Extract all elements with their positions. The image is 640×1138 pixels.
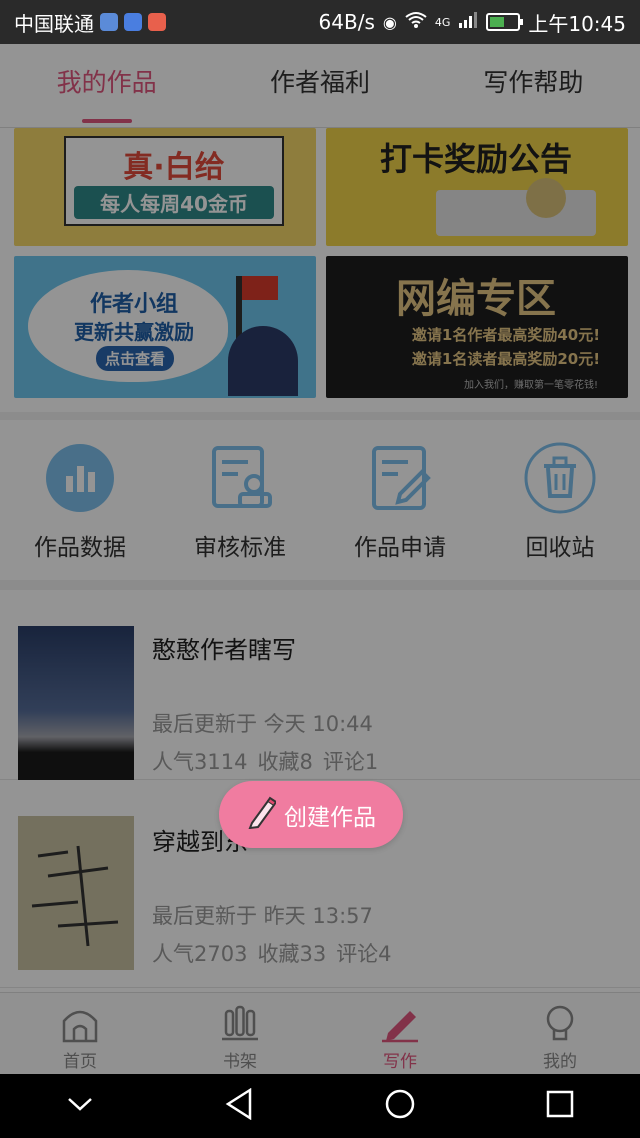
tab-writing-help[interactable]: 写作帮助 bbox=[427, 44, 640, 127]
edit-doc-icon bbox=[364, 442, 436, 514]
work-item[interactable]: 憨憨作者瞎写 最后更新于 今天 10:44 人气3114 收藏8 评论1 bbox=[0, 590, 640, 780]
tool-review-standard[interactable]: 审核标准 bbox=[160, 420, 320, 580]
tool-recycle-bin-label: 回收站 bbox=[525, 535, 595, 561]
chevron-down-icon[interactable] bbox=[65, 1094, 95, 1118]
work-stats: 人气2703 收藏33 评论4 bbox=[152, 938, 392, 968]
work-favorites: 收藏8 bbox=[257, 750, 313, 774]
message-notification-icon bbox=[148, 13, 166, 31]
carrier-label: 中国联通 bbox=[14, 11, 94, 36]
work-updated: 最后更新于 昨天 13:57 bbox=[152, 904, 373, 928]
nav-home[interactable]: 首页 bbox=[0, 993, 160, 1074]
work-stats: 人气3114 收藏8 评论1 bbox=[152, 746, 378, 776]
work-favorites: 收藏33 bbox=[257, 942, 327, 966]
work-title: 憨憨作者瞎写 bbox=[152, 636, 296, 664]
wifi-icon bbox=[405, 11, 427, 33]
tool-work-data-label: 作品数据 bbox=[34, 535, 126, 561]
tool-review-standard-label: 审核标准 bbox=[194, 535, 286, 561]
clock: 上午10:45 bbox=[528, 11, 626, 36]
tab-my-works[interactable]: 我的作品 bbox=[0, 44, 213, 127]
tool-recycle-bin[interactable]: 回收站 bbox=[480, 420, 640, 580]
signal-icon bbox=[458, 10, 478, 34]
work-cover-image bbox=[18, 816, 134, 970]
banner-weekly-coins-subtitle: 每人每周40金币 bbox=[74, 186, 274, 219]
banner-editor-zone-title: 网编专区 bbox=[396, 276, 556, 322]
banner-editor-zone-line2: 邀请1名作者最高奖励40元! bbox=[411, 326, 601, 344]
nav-write-label: 写作 bbox=[383, 1052, 417, 1072]
home-circle-icon[interactable] bbox=[384, 1088, 416, 1124]
bar-chart-icon bbox=[44, 442, 116, 514]
pencil-icon bbox=[246, 795, 278, 835]
banner-author-group[interactable]: 作者小组 更新共赢激励 点击查看 bbox=[14, 256, 316, 398]
banner-editor-zone-line3: 邀请1名读者最高奖励20元! bbox=[411, 350, 601, 368]
signal-type: 4G bbox=[434, 15, 451, 29]
banner-grid: 真·白给 每人每周40金币 打卡奖励公告 作者小组 更新共赢激励 点击查看 网编… bbox=[0, 128, 640, 412]
work-cover-image bbox=[18, 626, 134, 780]
review-icon bbox=[204, 442, 276, 514]
trash-icon bbox=[524, 442, 596, 514]
work-popularity: 人气3114 bbox=[152, 750, 248, 774]
banner-weekly-coins-title: 真·白给 bbox=[123, 150, 225, 185]
bottom-nav: 首页 书架 写作 我的 bbox=[0, 992, 640, 1074]
create-work-button[interactable]: 创建作品 bbox=[219, 781, 403, 848]
work-updated: 最后更新于 今天 10:44 bbox=[152, 712, 373, 736]
work-popularity: 人气2703 bbox=[152, 942, 248, 966]
banner-weekly-coins[interactable]: 真·白给 每人每周40金币 bbox=[14, 128, 316, 246]
status-bar: 中国联通 64B/s ◉ 4G 上午10:45 bbox=[0, 0, 640, 44]
tool-work-apply-label: 作品申请 bbox=[354, 535, 446, 561]
system-nav-bar bbox=[0, 1074, 640, 1138]
net-speed: 64B/s bbox=[318, 10, 375, 34]
recents-icon[interactable] bbox=[545, 1089, 575, 1123]
eye-icon: ◉ bbox=[382, 12, 397, 32]
banner-checkin-title: 打卡奖励公告 bbox=[379, 140, 572, 178]
nav-bookshelf-label: 书架 bbox=[223, 1052, 257, 1072]
music-notification-icon bbox=[124, 13, 142, 31]
tool-work-apply[interactable]: 作品申请 bbox=[320, 420, 480, 580]
profile-icon bbox=[538, 1001, 582, 1045]
tab-author-benefits[interactable]: 作者福利 bbox=[213, 44, 426, 127]
nav-home-label: 首页 bbox=[63, 1052, 97, 1072]
banner-view-button[interactable]: 点击查看 bbox=[96, 346, 174, 371]
app-screen: 中国联通 64B/s ◉ 4G 上午10:45 我的作品 作者福利 写作帮助 真… bbox=[0, 0, 640, 1138]
create-work-label: 创建作品 bbox=[284, 804, 376, 831]
nav-bookshelf[interactable]: 书架 bbox=[160, 993, 320, 1074]
banner-checkin-reward[interactable]: 打卡奖励公告 bbox=[326, 128, 628, 246]
top-tabs: 我的作品 作者福利 写作帮助 bbox=[0, 44, 640, 128]
back-icon[interactable] bbox=[224, 1087, 254, 1124]
bookshelf-icon bbox=[218, 1001, 262, 1045]
nav-write[interactable]: 写作 bbox=[320, 993, 480, 1074]
divider bbox=[0, 580, 640, 590]
work-comments: 评论1 bbox=[322, 750, 379, 774]
nav-mine-label: 我的 bbox=[543, 1052, 577, 1072]
banner-editor-zone-line4: 加入我们，赚取第一笔零花钱! bbox=[463, 380, 598, 391]
app-notification-icon bbox=[100, 13, 118, 31]
tool-work-data[interactable]: 作品数据 bbox=[0, 420, 160, 580]
work-comments: 评论4 bbox=[336, 942, 392, 966]
author-tools: 作品数据 审核标准 作品申请 回收站 bbox=[0, 420, 640, 580]
home-icon bbox=[58, 1001, 102, 1045]
banner-author-group-title: 作者小组 bbox=[89, 292, 178, 317]
banner-editor-zone[interactable]: 网编专区 邀请1名作者最高奖励40元! 邀请1名读者最高奖励20元! 加入我们，… bbox=[326, 256, 628, 398]
banner-author-group-subtitle: 更新共赢激励 bbox=[74, 320, 194, 344]
pen-icon bbox=[378, 1001, 422, 1045]
battery-icon bbox=[486, 13, 524, 31]
nav-mine[interactable]: 我的 bbox=[480, 993, 640, 1074]
